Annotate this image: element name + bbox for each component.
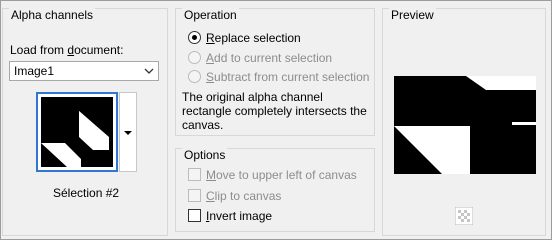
radio-selected-dot bbox=[192, 35, 197, 40]
move-to-upper-left-label[interactable]: Move to upper left of canvas bbox=[206, 168, 357, 182]
move-to-upper-left-checkbox[interactable] bbox=[188, 168, 201, 181]
subtract-from-current-selection-label[interactable]: Subtract from current selection bbox=[206, 70, 369, 84]
thumbnail-dropdown-button[interactable] bbox=[119, 92, 137, 172]
add-to-current-selection-radio[interactable] bbox=[188, 51, 201, 64]
invert-image-checkbox[interactable] bbox=[188, 209, 201, 222]
clip-to-canvas-label[interactable]: Clip to canvas bbox=[206, 189, 281, 203]
triangle-down-icon bbox=[124, 131, 132, 135]
transparency-checker-icon[interactable] bbox=[455, 207, 473, 225]
selection-thumbnail[interactable] bbox=[36, 92, 118, 172]
load-from-document-label: Load from document: bbox=[10, 43, 124, 57]
selection-thumbnail-image bbox=[41, 97, 113, 167]
document-select-value: Image1 bbox=[14, 64, 55, 78]
alpha-channels-title: Alpha channels bbox=[9, 8, 96, 22]
selection-name: Sélection #2 bbox=[53, 186, 120, 200]
operation-info-line-2: rectangle completely intersects the bbox=[182, 104, 367, 118]
alpha-channels-dialog: Alpha channels Load from document: Image… bbox=[0, 0, 552, 240]
chevron-down-icon bbox=[144, 68, 154, 74]
add-to-current-selection-label[interactable]: Add to current selection bbox=[206, 51, 332, 65]
replace-selection-radio[interactable] bbox=[188, 31, 201, 44]
preview-title: Preview bbox=[389, 8, 436, 22]
operation-info-line-3: canvas. bbox=[182, 118, 224, 132]
document-select[interactable]: Image1 bbox=[9, 61, 159, 81]
clip-to-canvas-checkbox[interactable] bbox=[188, 189, 201, 202]
options-title: Options bbox=[182, 148, 228, 162]
invert-image-label[interactable]: Invert image bbox=[206, 209, 272, 223]
preview-image bbox=[394, 76, 536, 174]
subtract-from-current-selection-radio[interactable] bbox=[188, 70, 201, 83]
operation-title: Operation bbox=[182, 8, 239, 22]
replace-selection-label[interactable]: Replace selection bbox=[206, 31, 301, 45]
operation-info-line-1: The original alpha channel bbox=[182, 90, 323, 104]
